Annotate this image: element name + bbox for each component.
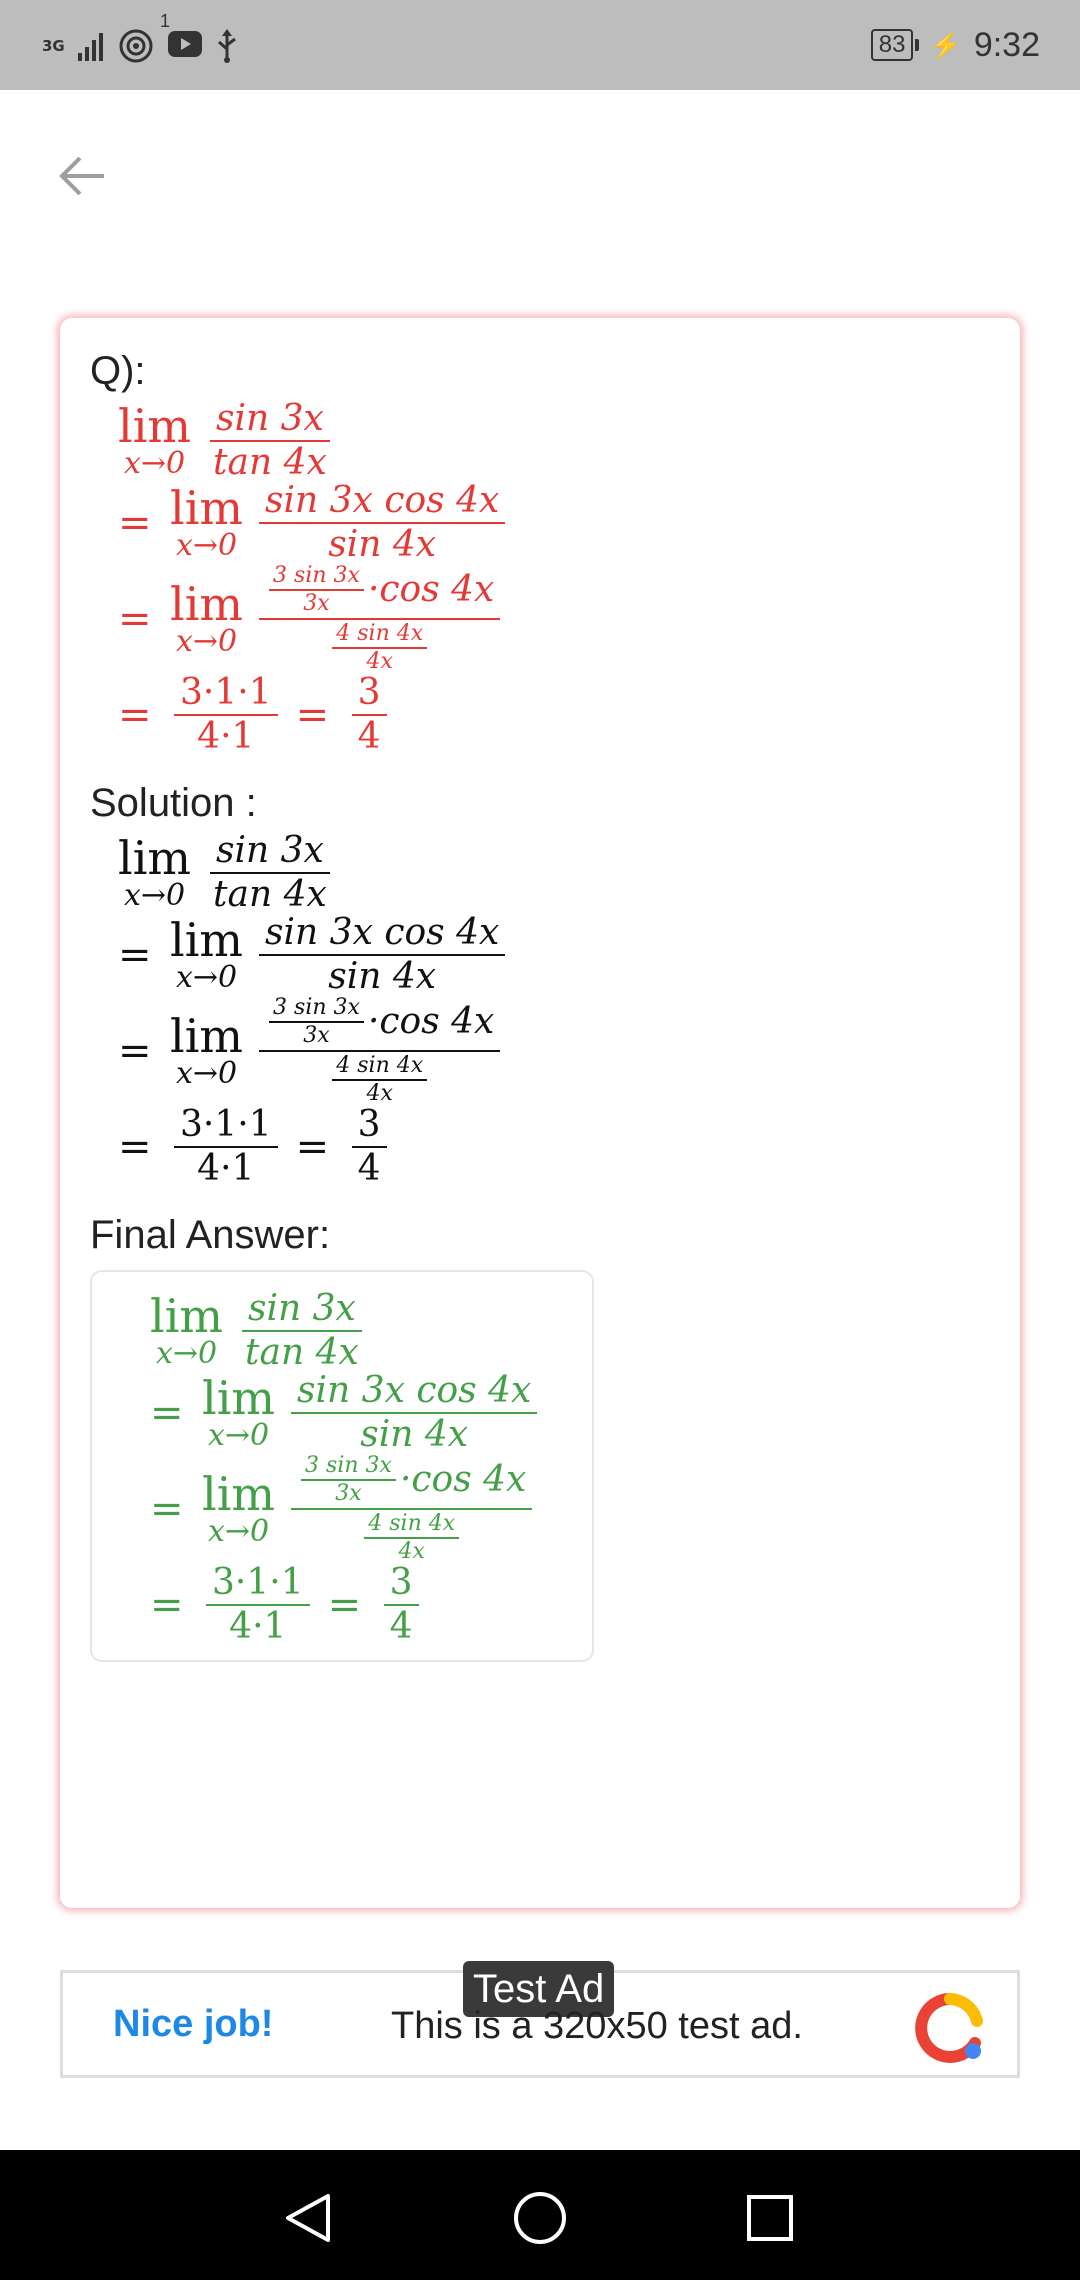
- math-line: lim x→0 sin 3x tan 4x: [150, 1290, 592, 1372]
- limit-operator: lim x→0: [202, 1371, 276, 1453]
- fraction: sin 3x tan 4x: [239, 1290, 365, 1372]
- ad-text[interactable]: This is a 320x50 test ad.: [391, 2005, 803, 2048]
- fraction: sin 3x tan 4x: [207, 832, 333, 914]
- nav-home-icon: [514, 2192, 566, 2244]
- ad-logo-icon: [915, 1993, 983, 2063]
- nav-back-button[interactable]: [278, 2188, 338, 2248]
- fraction: 4 sin 4x 4x: [332, 1054, 428, 1106]
- math-line: = lim x→0 3 sin 3x 3x ·cos 4x 4 sin 4x 4x: [118, 564, 990, 674]
- clock: 9:32: [973, 25, 1040, 64]
- fraction: sin 3x cos 4x sin 4x: [291, 1372, 538, 1454]
- battery-indicator: 83: [870, 29, 920, 61]
- final-answer-label: Final Answer:: [90, 1213, 331, 1257]
- status-bar: 3G 1 83 ⚡ 9:32: [0, 0, 1080, 90]
- signal-icon: [78, 33, 103, 61]
- fraction: 3·1·1 4·1: [174, 674, 278, 756]
- math-line: = lim x→0 sin 3x cos 4x sin 4x: [118, 482, 990, 564]
- fraction: 3·1·1 4·1: [174, 1106, 278, 1188]
- limit-operator: lim x→0: [118, 831, 192, 913]
- network-type: 3G: [42, 36, 65, 55]
- nav-recents-icon: [747, 2195, 793, 2241]
- youtube-icon: [168, 30, 202, 57]
- fraction: sin 3x cos 4x sin 4x: [259, 482, 506, 564]
- math-line: = lim x→0 3 sin 3x 3x ·cos 4x 4 sin 4x 4x: [118, 996, 990, 1106]
- navigation-bar: [0, 2150, 1080, 2280]
- limit-operator: lim x→0: [170, 577, 244, 659]
- solution-card: Q): lim x→0 sin 3x tan 4x = lim x→0 sin 3x …: [60, 318, 1020, 1908]
- charging-icon: ⚡: [929, 29, 962, 60]
- math-line: = lim x→0 sin 3x cos 4x sin 4x: [118, 914, 990, 996]
- limit-operator: lim x→0: [202, 1467, 276, 1549]
- fraction: 34: [383, 1564, 419, 1646]
- fraction: 3 sin 3x 3x: [301, 1454, 396, 1506]
- solution-label: Solution :: [90, 781, 257, 825]
- nav-home-button[interactable]: [510, 2188, 570, 2248]
- ad-nice-label[interactable]: Nice job!: [113, 2003, 273, 2046]
- ad-banner[interactable]: Test Ad Nice job! This is a 320x50 test …: [60, 1961, 1020, 2078]
- back-arrow-icon: [59, 156, 104, 196]
- usb-icon: [218, 29, 236, 63]
- limit-operator: lim x→0: [150, 1289, 224, 1371]
- fraction: 4 sin 4x 4x: [364, 1512, 460, 1564]
- math-line: lim x→0 sin 3x tan 4x: [118, 400, 990, 482]
- fraction: 34: [351, 674, 387, 756]
- question-math: lim x→0 sin 3x tan 4x = lim x→0 sin 3x cos …: [118, 400, 990, 756]
- fraction: 3 sin 3x 3x: [269, 996, 364, 1048]
- back-button[interactable]: [52, 146, 112, 206]
- limit-operator: lim x→0: [170, 913, 244, 995]
- fraction: 4 sin 4x 4x: [332, 622, 428, 674]
- fraction: 3·1·1 4·1: [206, 1564, 310, 1646]
- fraction: 3 sin 3x 3x ·cos 4x 4 sin 4x 4x: [259, 996, 501, 1106]
- final-answer-box: lim x→0 sin 3x tan 4x = lim x→0 sin 3x cos …: [90, 1270, 594, 1662]
- nav-back-icon: [286, 2194, 330, 2242]
- answer-math: lim x→0 sin 3x tan 4x = lim x→0 sin 3x cos …: [150, 1290, 592, 1646]
- nav-recents-button[interactable]: [740, 2188, 800, 2248]
- fraction: sin 3x tan 4x: [207, 400, 333, 482]
- fraction: 3 sin 3x 3x: [269, 564, 364, 616]
- question-label: Q):: [90, 349, 146, 393]
- app-bar: [0, 90, 1080, 260]
- fraction: sin 3x cos 4x sin 4x: [259, 914, 506, 996]
- fraction: 3 sin 3x 3x ·cos 4x 4 sin 4x 4x: [259, 564, 501, 674]
- limit-operator: lim x→0: [170, 481, 244, 563]
- fraction: 34: [351, 1106, 387, 1188]
- hotspot-icon: [119, 29, 153, 63]
- fraction: 3 sin 3x 3x ·cos 4x 4 sin 4x 4x: [291, 1454, 533, 1564]
- solution-math: lim x→0 sin 3x tan 4x = lim x→0 sin 3x cos …: [118, 832, 990, 1188]
- math-line: = lim x→0 3 sin 3x 3x ·cos 4x 4 sin 4x 4x: [150, 1454, 592, 1564]
- limit-operator: lim x→0: [170, 1009, 244, 1091]
- status-right: 83 ⚡ 9:32: [870, 22, 1040, 68]
- math-line: = 3·1·1 4·1 = 34: [150, 1564, 592, 1646]
- math-line: = lim x→0 sin 3x cos 4x sin 4x: [150, 1372, 592, 1454]
- status-left: 3G 1: [42, 11, 238, 68]
- notification-count: 1: [160, 10, 171, 31]
- math-line: lim x→0 sin 3x tan 4x: [118, 832, 990, 914]
- math-line: = 3·1·1 4·1 = 34: [118, 674, 990, 756]
- math-line: = 3·1·1 4·1 = 34: [118, 1106, 990, 1188]
- limit-operator: lim x→0: [118, 399, 192, 481]
